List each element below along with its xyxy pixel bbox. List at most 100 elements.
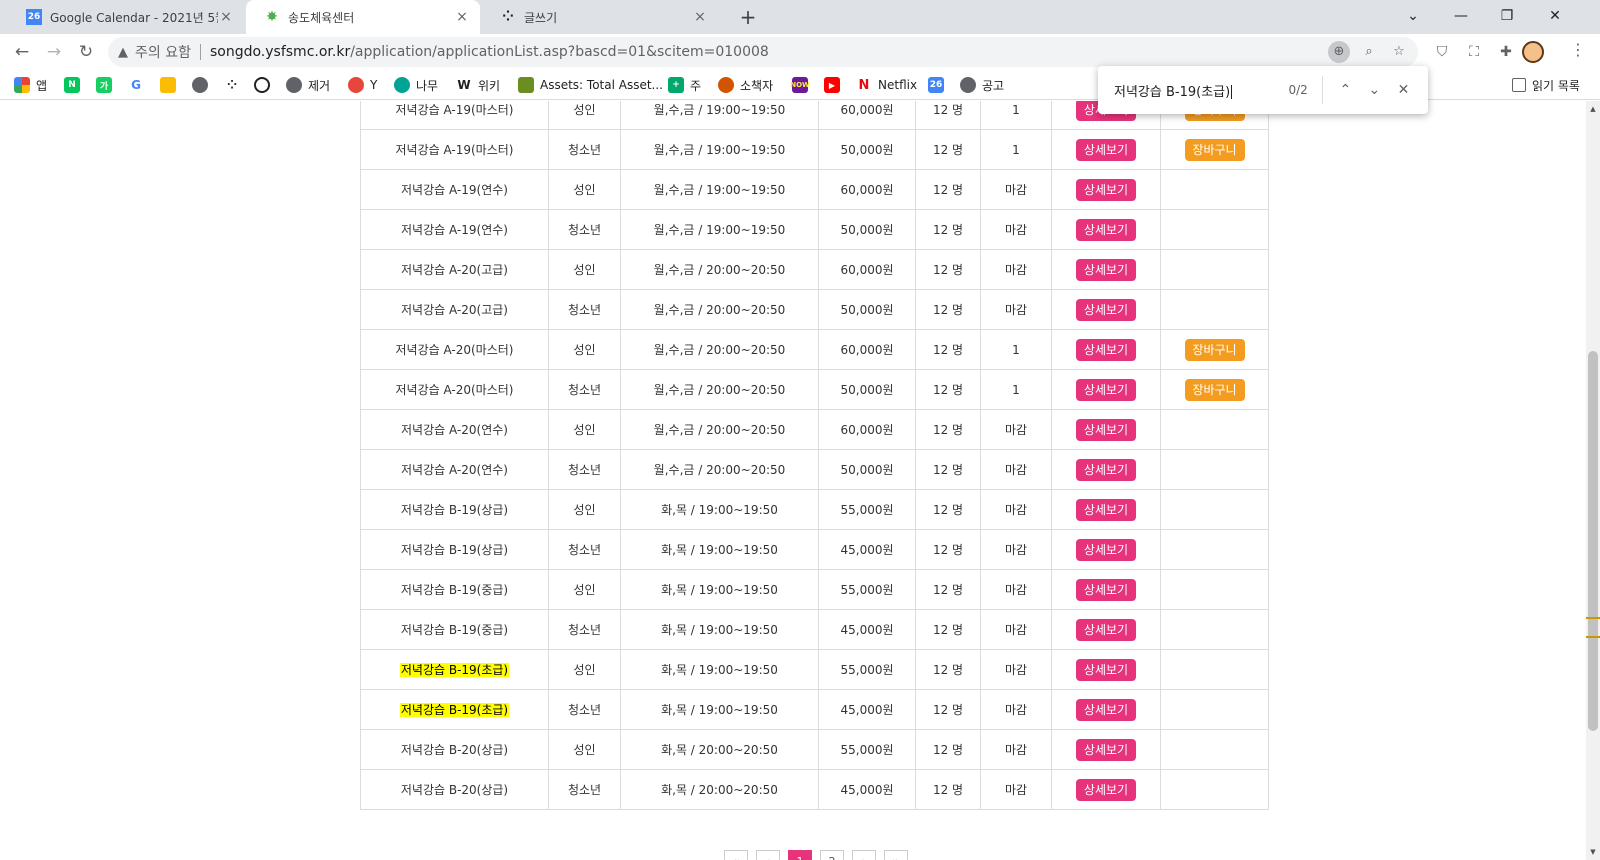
detail-button[interactable]: 상세보기	[1076, 338, 1136, 361]
bookmark-naver[interactable]: N	[64, 75, 86, 95]
detail-button[interactable]: 상세보기	[1076, 218, 1136, 241]
page-link[interactable]: »	[884, 850, 908, 860]
bookmark-label: 제거	[308, 78, 331, 93]
bookmark-notice[interactable]: 공고	[960, 75, 1004, 95]
profile-avatar[interactable]	[1522, 41, 1544, 63]
bookmark-circle[interactable]	[254, 75, 276, 95]
url-host[interactable]: songdo.ysfsmc.or.kr	[210, 44, 350, 60]
back-button[interactable]: ←	[8, 38, 36, 66]
bookmark-star-icon[interactable]: ☆	[1388, 41, 1410, 63]
bookmark-calendar[interactable]: 26	[928, 75, 950, 95]
find-in-page-icon[interactable]: ⊕	[1328, 41, 1350, 63]
close-tab-icon[interactable]: ×	[692, 9, 708, 25]
lesson-name: 저녁강습 A-19(마스터)	[360, 101, 549, 130]
detail-cell: 상세보기	[1051, 769, 1161, 810]
lesson-capacity: 12 명	[915, 169, 981, 210]
restore-button[interactable]: ❐	[1484, 0, 1530, 32]
detail-button[interactable]: 상세보기	[1076, 698, 1136, 721]
reading-list-button[interactable]: 읽기 목록	[1512, 75, 1580, 95]
detail-button[interactable]: 상세보기	[1076, 658, 1136, 681]
bookmark-dict[interactable]: 가	[96, 75, 118, 95]
detail-cell: 상세보기	[1051, 689, 1161, 730]
globe-icon	[286, 77, 302, 93]
tab-google-calendar[interactable]: 26 Google Calendar - 2021년 5월 2 ×	[8, 0, 244, 34]
bookmark-label: 앱	[36, 78, 48, 93]
lesson-price: 50,000원	[818, 209, 916, 250]
bookmark-map[interactable]	[160, 75, 182, 95]
browser-menu-icon[interactable]: ⋮	[1570, 40, 1586, 59]
reload-button[interactable]: ↻	[72, 38, 100, 66]
bookmark-now[interactable]: NOW	[790, 75, 814, 95]
tab-write[interactable]: ⁘ 글쓰기 ×	[482, 0, 718, 34]
lesson-target: 성인	[548, 489, 621, 530]
warning-icon[interactable]: ▲	[118, 45, 128, 60]
find-close-icon[interactable]: ✕	[1389, 75, 1418, 105]
address-bar[interactable]: ▲ 주의 요함 songdo.ysfsmc.or.kr/application/…	[108, 37, 1418, 67]
bookmark-youtube[interactable]: ▶	[824, 75, 846, 95]
page-link[interactable]: «	[724, 850, 748, 860]
bookmark-namu[interactable]: 나무	[394, 75, 438, 95]
page-scrollbar[interactable]: ▲ ▼	[1586, 101, 1600, 860]
forward-button[interactable]: →	[40, 38, 68, 66]
detail-button[interactable]: 상세보기	[1076, 458, 1136, 481]
lesson-target: 청소년	[548, 209, 621, 250]
page-link[interactable]: ‹	[756, 850, 780, 860]
lesson-table-body: 저녁강습 A-19(마스터) 성인 월,수,금 / 19:00~19:50 60,00…	[360, 101, 1269, 810]
detail-button[interactable]: 상세보기	[1076, 618, 1136, 641]
zoom-icon[interactable]: ⌕	[1358, 41, 1380, 63]
add-to-cart-button[interactable]: 장바구니	[1184, 378, 1245, 401]
find-bar: 저녁강습 B-19(초급) 0/2 ⌃ ⌄ ✕	[1098, 66, 1428, 114]
lesson-capacity: 12 명	[915, 729, 981, 770]
detail-button[interactable]: 상세보기	[1076, 138, 1136, 161]
lesson-name: 저녁강습 B-19(상급)	[360, 489, 549, 530]
bookmark-wiki[interactable]: W 위키	[456, 75, 500, 95]
shield-extension-icon[interactable]: ⛉	[1432, 42, 1452, 62]
add-to-cart-button[interactable]: 장바구니	[1184, 138, 1245, 161]
page-link[interactable]: ›	[852, 850, 876, 860]
window-close-button[interactable]: ✕	[1532, 0, 1578, 32]
page-link[interactable]: 1	[788, 850, 812, 860]
detail-button[interactable]: 상세보기	[1076, 578, 1136, 601]
bookmark-netflix[interactable]: N Netflix	[856, 75, 917, 95]
find-next-icon[interactable]: ⌄	[1360, 75, 1389, 105]
security-warning[interactable]: 주의 요함	[135, 42, 191, 62]
detail-button[interactable]: 상세보기	[1076, 538, 1136, 561]
detail-button[interactable]: 상세보기	[1076, 738, 1136, 761]
detail-button[interactable]: 상세보기	[1076, 418, 1136, 441]
screenshot-extension-icon[interactable]: ⛶	[1464, 42, 1484, 62]
add-to-cart-button[interactable]: 장바구니	[1184, 338, 1245, 361]
scroll-down-arrow[interactable]: ▼	[1586, 846, 1600, 858]
tab-search-icon[interactable]: ⌄	[1390, 0, 1436, 32]
close-tab-icon[interactable]: ×	[218, 9, 234, 25]
tab-songdo[interactable]: ✸ 송도체육센터 ×	[246, 0, 480, 34]
minimize-button[interactable]: —	[1438, 0, 1484, 32]
bookmark-booklet[interactable]: 소책자	[718, 75, 773, 95]
lesson-name-text: 저녁강습 A-19(연수)	[401, 183, 508, 197]
bookmark-remove[interactable]: 제거	[286, 75, 330, 95]
bookmark-apps[interactable]: 앱	[14, 75, 47, 95]
scroll-thumb[interactable]	[1588, 351, 1598, 731]
detail-button[interactable]: 상세보기	[1076, 778, 1136, 801]
bookmark-assets[interactable]: Assets: Total Asset...	[518, 75, 663, 95]
new-tab-button[interactable]: +	[735, 4, 761, 30]
bookmark-globe[interactable]	[192, 75, 214, 95]
scroll-up-arrow[interactable]: ▲	[1586, 103, 1600, 115]
bookmark-label: 공고	[982, 78, 1005, 93]
divider	[199, 44, 201, 60]
lesson-name: 저녁강습 B-20(상급)	[360, 729, 549, 770]
bookmark-dots[interactable]: ⁘	[224, 75, 246, 95]
url-path[interactable]: /application/applicationList.asp?bascd=0…	[350, 44, 769, 60]
detail-button[interactable]: 상세보기	[1076, 258, 1136, 281]
bookmark-google[interactable]: G	[128, 75, 150, 95]
detail-button[interactable]: 상세보기	[1076, 378, 1136, 401]
detail-button[interactable]: 상세보기	[1076, 298, 1136, 321]
close-tab-icon[interactable]: ×	[454, 9, 470, 25]
bookmark-ju[interactable]: + 주	[668, 75, 701, 95]
extensions-icon[interactable]: ✚	[1496, 42, 1516, 62]
page-link[interactable]: 2	[820, 850, 844, 860]
bookmark-y[interactable]: Y	[348, 75, 377, 95]
detail-button[interactable]: 상세보기	[1076, 178, 1136, 201]
find-previous-icon[interactable]: ⌃	[1331, 75, 1360, 105]
find-input[interactable]: 저녁강습 B-19(초급)	[1114, 81, 1269, 100]
detail-button[interactable]: 상세보기	[1076, 498, 1136, 521]
